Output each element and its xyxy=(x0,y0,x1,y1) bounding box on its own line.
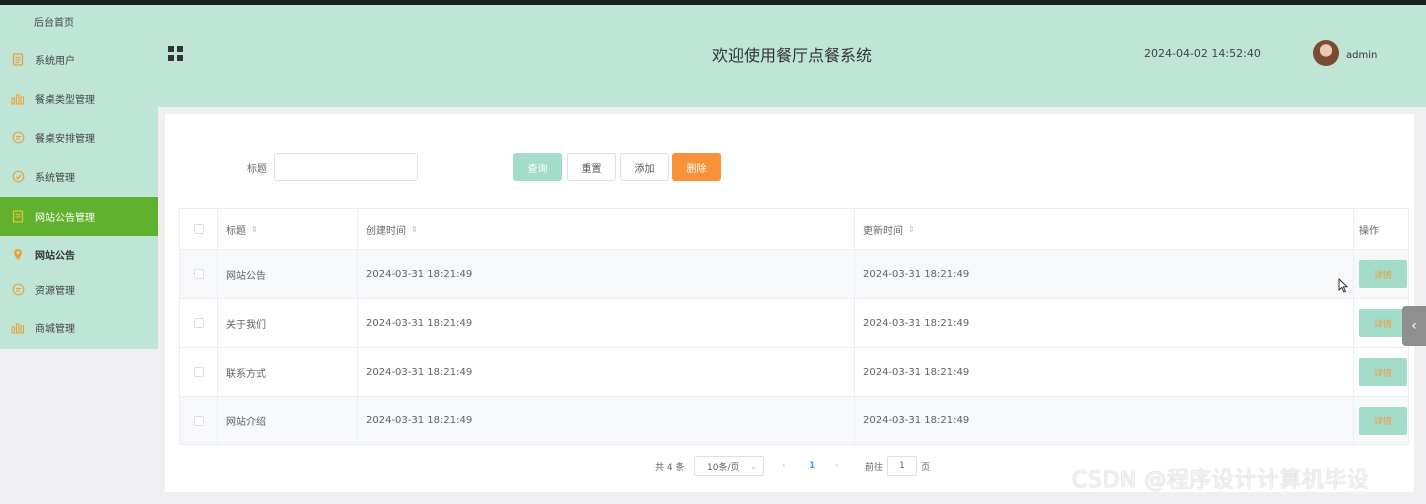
prev-page-icon[interactable]: ‹ xyxy=(782,456,786,476)
sidebar-item-label: 商城管理 xyxy=(35,324,75,335)
current-datetime: 2024-04-02 14:52:40 xyxy=(1144,47,1261,60)
document-icon xyxy=(11,210,25,224)
bar-chart-icon xyxy=(11,92,25,106)
add-button[interactable]: 添加 xyxy=(620,153,669,181)
table-row: 网站介绍 2024-03-31 18:21:49 2024-03-31 18:2… xyxy=(180,397,1408,444)
delete-button[interactable]: 删除 xyxy=(672,153,721,181)
row-updated: 2024-03-31 18:21:49 xyxy=(855,250,1354,298)
avatar[interactable] xyxy=(1313,40,1339,66)
row-title: 关于我们 xyxy=(218,299,358,347)
reset-button[interactable]: 重置 xyxy=(567,153,616,181)
goto-label: 前往 xyxy=(865,462,884,473)
row-checkbox[interactable] xyxy=(193,318,204,328)
announcement-table: 标题 ⇕ 创建时间 ⇕ 更新时间 ⇕ 操作 网站公告 2024-03-31 18:21… xyxy=(179,208,1409,445)
sort-icon[interactable]: ⇕ xyxy=(251,225,258,234)
watermark: CSDN @程序设计计算机毕设 xyxy=(1072,468,1370,493)
table-row: 网站公告 2024-03-31 18:21:49 2024-03-31 18:2… xyxy=(180,250,1408,299)
header: 欢迎使用餐厅点餐系统 2024-04-02 14:52:40 admin xyxy=(158,5,1426,107)
select-all-checkbox[interactable] xyxy=(193,224,204,234)
sidebar-item-system-users[interactable]: 系统用户 xyxy=(0,40,158,79)
goto-page-input[interactable]: 1 xyxy=(887,456,917,476)
row-title: 联系方式 xyxy=(218,348,358,396)
row-checkbox[interactable] xyxy=(193,415,204,426)
page-number-current[interactable]: 1 xyxy=(809,456,815,476)
row-checkbox[interactable] xyxy=(193,269,204,279)
sidebar-item-table-types[interactable]: 餐桌类型管理 xyxy=(0,79,158,118)
chat-icon xyxy=(11,131,25,145)
row-created: 2024-03-31 18:21:49 xyxy=(358,397,855,444)
bar-chart-icon xyxy=(11,321,25,335)
table-row: 联系方式 2024-03-31 18:21:49 2024-03-31 18:2… xyxy=(180,348,1408,397)
username[interactable]: admin xyxy=(1346,50,1377,61)
column-header-actions: 操作 xyxy=(1359,225,1379,237)
sidebar-item-label: 资源管理 xyxy=(35,286,75,297)
sidebar-item-label: 网站公告 xyxy=(35,251,75,262)
row-checkbox[interactable] xyxy=(193,367,204,377)
sidebar-item-label: 后台首页 xyxy=(34,17,74,29)
query-button[interactable]: 查询 xyxy=(513,153,562,181)
sidebar-item-home[interactable]: 后台首页 xyxy=(0,5,158,37)
sidebar-item-label: 网站公告管理 xyxy=(35,213,95,224)
column-header-updated[interactable]: 更新时间 ⇕ xyxy=(855,209,1354,249)
next-page-icon[interactable]: › xyxy=(835,456,839,476)
detail-button[interactable]: 详情 xyxy=(1359,309,1407,337)
sidebar-item-mall[interactable]: 商城管理 xyxy=(0,308,158,347)
sort-icon[interactable]: ⇕ xyxy=(908,225,915,234)
search-label: 标题 xyxy=(247,164,267,175)
detail-button[interactable]: 详情 xyxy=(1359,358,1407,386)
main-content: 标题 查询 重置 添加 删除 标题 ⇕ 创建时间 ⇕ 更新时间 ⇕ 操作 网站公告 2… xyxy=(165,114,1414,492)
mouse-cursor-icon xyxy=(1338,277,1349,296)
table-row: 关于我们 2024-03-31 18:21:49 2024-03-31 18:2… xyxy=(180,299,1408,348)
column-header-title[interactable]: 标题 ⇕ xyxy=(218,209,358,249)
sort-icon[interactable]: ⇕ xyxy=(411,225,418,234)
chat-icon xyxy=(11,283,25,297)
table-header-row: 标题 ⇕ 创建时间 ⇕ 更新时间 ⇕ 操作 xyxy=(180,209,1408,250)
sidebar-item-table-arrangement[interactable]: 餐桌安排管理 xyxy=(0,118,158,157)
check-circle-icon xyxy=(11,170,25,184)
sidebar-item-label: 系统管理 xyxy=(35,173,75,184)
row-created: 2024-03-31 18:21:49 xyxy=(358,348,855,396)
row-title: 网站介绍 xyxy=(218,397,358,444)
sidebar: 后台首页 系统用户 餐桌类型管理 餐桌安排管理 系统管理 网站公告管理 网站公告… xyxy=(0,5,158,349)
sidebar-item-label: 餐桌类型管理 xyxy=(35,95,95,106)
sidebar-item-label: 餐桌安排管理 xyxy=(35,134,95,145)
page-unit-label: 页 xyxy=(921,462,931,473)
sidebar-item-system-management[interactable]: 系统管理 xyxy=(0,157,158,196)
page-size-value: 10条/页 xyxy=(707,462,740,473)
row-updated: 2024-03-31 18:21:49 xyxy=(855,348,1354,396)
row-title: 网站公告 xyxy=(218,250,358,298)
document-icon xyxy=(11,53,25,67)
pagination-total: 共 4 条 xyxy=(655,462,685,473)
sidebar-item-announcement[interactable]: 网站公告 xyxy=(0,235,158,274)
sidebar-item-resources[interactable]: 资源管理 xyxy=(0,270,158,309)
page-size-select[interactable]: 10条/页 ⌄ xyxy=(694,456,764,476)
sidebar-item-label: 系统用户 xyxy=(35,56,75,67)
detail-button[interactable]: 详情 xyxy=(1359,406,1407,435)
location-pin-icon xyxy=(11,248,25,262)
chevron-down-icon: ⌄ xyxy=(750,461,757,471)
search-title-input[interactable] xyxy=(274,153,418,181)
row-created: 2024-03-31 18:21:49 xyxy=(358,250,855,298)
collapse-panel-handle[interactable]: ‹ xyxy=(1402,306,1426,346)
chevron-left-icon: ‹ xyxy=(1411,318,1417,334)
row-created: 2024-03-31 18:21:49 xyxy=(358,299,855,347)
detail-button[interactable]: 详情 xyxy=(1359,260,1407,288)
row-updated: 2024-03-31 18:21:49 xyxy=(855,299,1354,347)
sidebar-item-announcement-management[interactable]: 网站公告管理 xyxy=(0,197,158,236)
column-header-created[interactable]: 创建时间 ⇕ xyxy=(358,209,855,249)
row-updated: 2024-03-31 18:21:49 xyxy=(855,397,1354,444)
